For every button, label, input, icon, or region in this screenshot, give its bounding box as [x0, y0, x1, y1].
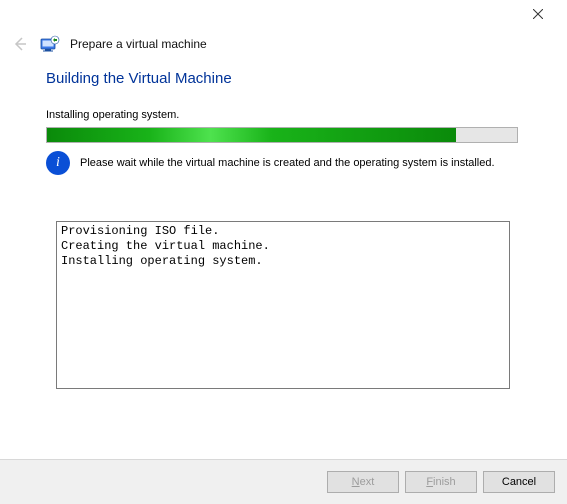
info-row: i Please wait while the virtual machine …: [46, 151, 521, 175]
finish-rest: inish: [433, 476, 456, 488]
titlebar: [0, 0, 567, 28]
back-arrow-icon: [12, 36, 28, 52]
header-row: Prepare a virtual machine: [0, 28, 567, 64]
page-heading: Building the Virtual Machine: [46, 70, 521, 87]
close-button[interactable]: [517, 0, 559, 28]
cancel-button[interactable]: Cancel: [483, 471, 555, 493]
finish-button: Finish: [405, 471, 477, 493]
footer-bar: Next Finish Cancel: [0, 459, 567, 504]
close-icon: [533, 9, 543, 19]
info-icon: i: [46, 151, 70, 175]
progress-fill: [47, 128, 456, 142]
log-output[interactable]: Provisioning ISO file. Creating the virt…: [56, 221, 510, 389]
content-area: Building the Virtual Machine Installing …: [0, 64, 567, 389]
info-text: Please wait while the virtual machine is…: [80, 157, 495, 169]
next-button: Next: [327, 471, 399, 493]
progress-bar: [46, 127, 518, 143]
vm-wizard-icon: [40, 35, 60, 53]
back-button[interactable]: [10, 34, 30, 54]
window-title: Prepare a virtual machine: [70, 37, 207, 51]
status-text: Installing operating system.: [46, 109, 521, 121]
next-rest: ext: [360, 476, 375, 488]
